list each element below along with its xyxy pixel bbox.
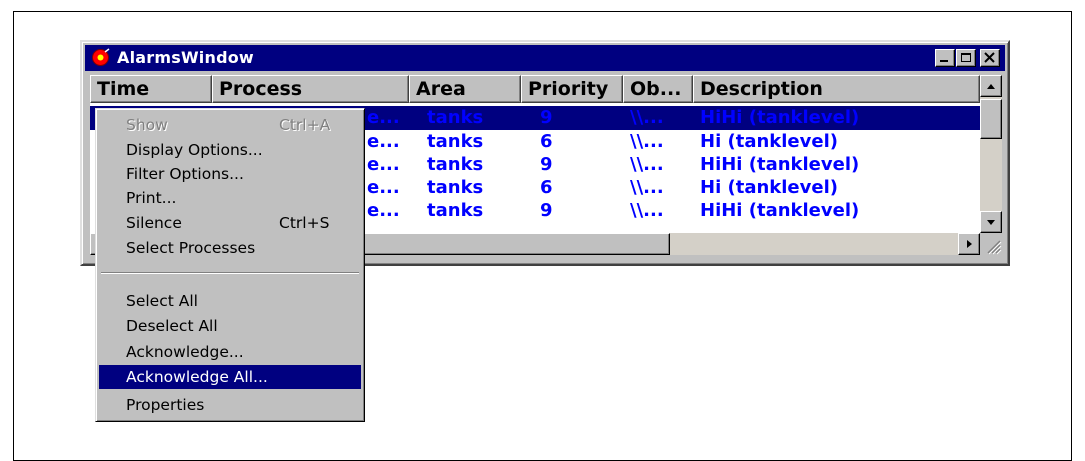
cell-object: \\... [630, 177, 664, 198]
cell-description: Hi (tanklevel) [700, 177, 838, 198]
menu-item-shortcut: Ctrl+S [279, 214, 330, 232]
cell-description: HiHi (tanklevel) [700, 200, 860, 221]
menu-item-label: Deselect All [126, 317, 218, 335]
arrow-right-icon [967, 240, 972, 248]
window-title: AlarmsWindow [117, 48, 254, 67]
cell-priority: 6 [540, 131, 553, 152]
menu-item-label: Filter Options... [126, 165, 244, 183]
arrow-up-icon [987, 84, 995, 89]
menu-item-label: Select All [126, 292, 198, 310]
column-header: Time Process Area Priority Ob... Descrip… [90, 75, 980, 103]
menu-item-label: Acknowledge... [126, 343, 244, 361]
menu-item-silence[interactable]: Silence Ctrl+S [99, 211, 361, 235]
cell-process: e... [367, 107, 400, 128]
cell-description: Hi (tanklevel) [700, 131, 838, 152]
cell-process: e... [367, 200, 400, 221]
menu-item-print[interactable]: Print... [99, 186, 361, 210]
menu-item-shortcut: Ctrl+A [279, 116, 331, 134]
scroll-down-button[interactable] [980, 211, 1002, 233]
minimize-icon [940, 60, 948, 62]
resize-grip-icon[interactable] [980, 233, 1002, 255]
column-object[interactable]: Ob... [623, 75, 693, 103]
menu-item-filter-options[interactable]: Filter Options... [99, 162, 361, 186]
scroll-right-button[interactable] [958, 233, 980, 255]
cell-object: \\... [630, 131, 664, 152]
menu-item-display-options[interactable]: Display Options... [99, 138, 361, 162]
alarm-bell-icon [92, 48, 110, 66]
column-priority[interactable]: Priority [521, 75, 623, 103]
cell-area: tanks [427, 107, 484, 128]
cell-priority: 9 [540, 200, 553, 221]
column-time[interactable]: Time [90, 75, 212, 103]
column-area[interactable]: Area [409, 75, 521, 103]
cell-process: e... [367, 154, 400, 175]
menu-item-select-all[interactable]: Select All [99, 289, 361, 313]
cell-area: tanks [427, 200, 484, 221]
menu-item-properties[interactable]: Properties [99, 393, 361, 417]
cell-area: tanks [427, 177, 484, 198]
menu-item-label: Acknowledge All... [126, 368, 268, 386]
arrow-down-icon [987, 220, 995, 225]
column-process[interactable]: Process [212, 75, 409, 103]
menu-item-label: Silence [126, 214, 182, 232]
vertical-scrollbar[interactable] [980, 75, 1002, 233]
maximize-icon [961, 53, 971, 62]
cell-priority: 9 [540, 107, 553, 128]
vertical-scroll-thumb[interactable] [980, 99, 1002, 139]
menu-item-label: Print... [126, 189, 177, 207]
menu-separator [101, 272, 359, 274]
menu-item-deselect-all[interactable]: Deselect All [99, 314, 361, 338]
cell-process: e... [367, 131, 400, 152]
cell-object: \\... [630, 107, 664, 128]
menu-item-acknowledge-all[interactable]: Acknowledge All... [99, 365, 361, 389]
menu-item-acknowledge[interactable]: Acknowledge... [99, 340, 361, 364]
menu-item-show[interactable]: Show Ctrl+A [99, 113, 361, 137]
cell-area: tanks [427, 131, 484, 152]
cell-process: e... [367, 177, 400, 198]
maximize-button[interactable] [956, 49, 976, 67]
close-icon [984, 52, 995, 63]
title-bar[interactable]: AlarmsWindow [85, 45, 1005, 71]
minimize-button[interactable] [935, 49, 955, 67]
cell-area: tanks [427, 154, 484, 175]
menu-item-label: Properties [126, 396, 205, 414]
menu-item-label: Show [126, 116, 168, 134]
menu-item-label: Select Processes [126, 239, 256, 257]
scroll-up-button[interactable] [980, 75, 1002, 97]
cell-description: HiHi (tanklevel) [700, 107, 860, 128]
cell-priority: 6 [540, 177, 553, 198]
menu-item-label: Display Options... [126, 141, 263, 159]
cell-object: \\... [630, 200, 664, 221]
cell-priority: 9 [540, 154, 553, 175]
context-menu: Show Ctrl+A Display Options... Filter Op… [95, 108, 365, 422]
menu-item-select-processes[interactable]: Select Processes [99, 236, 361, 260]
cell-description: HiHi (tanklevel) [700, 154, 860, 175]
column-description[interactable]: Description [693, 75, 980, 103]
close-button[interactable] [980, 49, 1000, 67]
cell-object: \\... [630, 154, 664, 175]
